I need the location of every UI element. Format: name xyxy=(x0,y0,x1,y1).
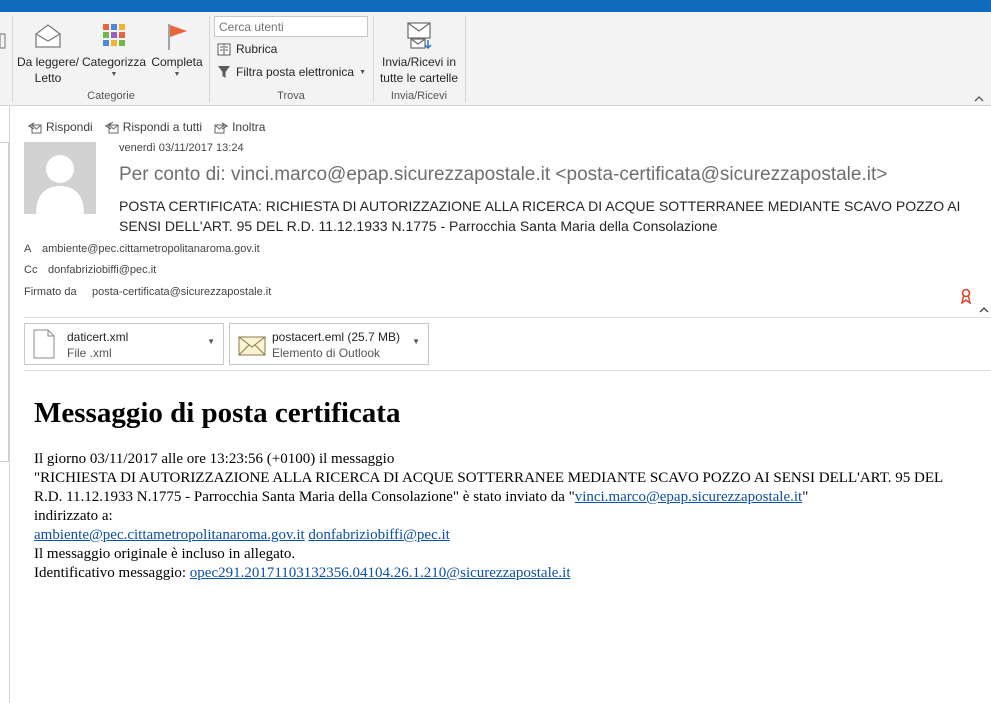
document-icon xyxy=(33,329,55,364)
reply-all-button[interactable]: Rispondi a tutti xyxy=(104,118,203,136)
ribbon-separator xyxy=(465,16,466,102)
attachment-daticert[interactable]: daticert.xml File .xml ▼ xyxy=(24,323,224,365)
message-date: venerdì 03/11/2017 13:24 xyxy=(119,142,244,154)
categorize-label: Categorizza xyxy=(82,55,147,69)
attachment-name: daticert.xml xyxy=(67,330,129,344)
body-recipients: ambiente@pec.cittametropolitanaroma.gov.… xyxy=(34,526,974,545)
signed-by-value[interactable]: posta-certificata@sicurezzapostale.it xyxy=(92,286,271,298)
sender-avatar xyxy=(24,142,96,214)
cc-recipient[interactable]: donfabriziobiffi@pec.it xyxy=(48,264,156,276)
body-line-1: Il giorno 03/11/2017 alle ore 13:23:56 (… xyxy=(34,451,395,467)
reply-all-icon xyxy=(104,121,119,133)
person-icon xyxy=(36,155,84,214)
body-line-3: indirizzato a: xyxy=(34,508,113,524)
forward-label: Inoltra xyxy=(232,120,266,134)
to-label: A xyxy=(24,243,32,255)
send-receive-label-2: tutte le cartelle xyxy=(379,71,459,85)
ribbon-separator xyxy=(12,16,13,102)
group-label-invia-ricevi: Invia/Ricevi xyxy=(390,90,448,102)
ribbon-cutoff-icon xyxy=(0,32,6,50)
read-unread-label-2: Letto xyxy=(34,71,62,85)
message-actions: Rispondi Rispondi a tutti Inoltra xyxy=(28,118,265,136)
reply-label: Rispondi xyxy=(46,120,93,134)
message-subject: POSTA CERTIFICATA: RICHIESTA DI AUTORIZZ… xyxy=(119,198,961,234)
signed-by-row: Firmato da posta-certificata@sicurezzapos… xyxy=(24,286,271,298)
sender-link[interactable]: vinci.marco@epap.sicurezzapostale.it xyxy=(575,489,802,505)
chevron-up-icon xyxy=(974,96,984,102)
collapse-header-button[interactable] xyxy=(979,300,989,313)
categorize-button[interactable]: Categorizza ▼ xyxy=(82,16,146,92)
message-id-label: Identificativo messaggio: xyxy=(34,565,190,581)
complete-button[interactable]: Completa ▼ xyxy=(148,16,206,92)
reply-icon xyxy=(28,121,42,133)
message-id-link[interactable]: opec291.20171103132356.04104.26.1.210@si… xyxy=(190,565,571,581)
search-people-input[interactable] xyxy=(214,16,368,37)
body-line-2: "RICHIESTA DI AUTORIZZAZIONE ALLA RICERC… xyxy=(34,469,974,507)
chevron-up-icon xyxy=(979,307,989,313)
send-receive-label-1: Invia/Ricevi in xyxy=(381,55,457,69)
send-receive-icon xyxy=(403,20,435,52)
flag-icon xyxy=(161,20,193,52)
reply-button[interactable]: Rispondi xyxy=(28,118,93,136)
message-body: Messaggio di posta certificata Il giorno… xyxy=(34,396,974,583)
body-line-6: Identificativo messaggio: opec291.201711… xyxy=(34,564,974,583)
body-heading: Messaggio di posta certificata xyxy=(34,397,401,429)
group-label-trova: Trova xyxy=(277,90,305,102)
send-receive-all-button[interactable]: Invia/Ricevi in tutte le cartelle xyxy=(376,16,462,92)
to-recipient[interactable]: ambiente@pec.cittametropolitanaroma.gov.… xyxy=(42,243,260,255)
cc-label: Cc xyxy=(24,264,38,276)
attachment-dropdown-icon[interactable]: ▼ xyxy=(207,337,215,346)
attachments-divider xyxy=(24,370,991,371)
header-divider xyxy=(24,317,991,318)
address-book-label: Rubrica xyxy=(236,42,278,56)
address-book-icon xyxy=(217,43,231,55)
attachment-type: File .xml xyxy=(67,346,112,360)
attachment-dropdown-icon[interactable]: ▼ xyxy=(412,337,420,346)
reply-all-label: Rispondi a tutti xyxy=(122,120,203,134)
envelope-open-icon xyxy=(32,20,64,52)
funnel-icon xyxy=(218,66,230,78)
signed-by-label: Firmato da xyxy=(24,286,77,298)
collapse-ribbon-button[interactable] xyxy=(973,92,985,104)
complete-dropdown-icon[interactable]: ▼ xyxy=(148,70,206,80)
filter-dropdown-icon[interactable]: ▼ xyxy=(359,69,366,76)
recipient-link-2[interactable]: donfabriziobiffi@pec.it xyxy=(308,527,449,543)
complete-label: Completa xyxy=(151,55,203,69)
attachment-type: Elemento di Outlook xyxy=(272,346,381,360)
title-bar xyxy=(0,0,991,12)
filter-email-label: Filtra posta elettronica xyxy=(236,65,355,79)
message-sender[interactable]: Per conto di: vinci.marco@epap.sicurezza… xyxy=(119,164,887,186)
ribbon: Da leggere/ Letto Categorizza ▼ Completa… xyxy=(0,12,991,106)
cc-row: Cc donfabriziobiffi@pec.it xyxy=(24,264,156,276)
categorize-grid-icon xyxy=(98,20,130,52)
envelope-icon xyxy=(238,329,266,364)
filter-email-button[interactable]: Filtra posta elettronica ▼ xyxy=(217,63,366,81)
read-unread-label-1: Da leggere/ xyxy=(16,55,80,69)
attachment-postacert[interactable]: postacert.eml (25.7 MB) Elemento di Outl… xyxy=(229,323,429,365)
signature-badge-icon[interactable] xyxy=(960,288,972,305)
recipient-link-1[interactable]: ambiente@pec.cittametropolitanaroma.gov.… xyxy=(34,527,305,543)
categorize-dropdown-icon[interactable]: ▼ xyxy=(82,70,146,80)
body-line-5: Il messaggio originale è incluso in alle… xyxy=(34,546,296,562)
forward-icon xyxy=(214,121,229,133)
read-unread-button[interactable]: Da leggere/ Letto xyxy=(16,16,80,92)
attachment-name: postacert.eml (25.7 MB) xyxy=(272,330,401,344)
forward-button[interactable]: Inoltra xyxy=(214,118,265,136)
group-label-categorie: Categorie xyxy=(87,90,135,102)
address-book-button[interactable]: Rubrica xyxy=(217,40,277,58)
to-row: Aambiente@pec.cittametropolitanaroma.gov… xyxy=(24,243,260,255)
folder-pane-edge xyxy=(0,106,10,703)
body-quote-close: " xyxy=(802,489,809,505)
